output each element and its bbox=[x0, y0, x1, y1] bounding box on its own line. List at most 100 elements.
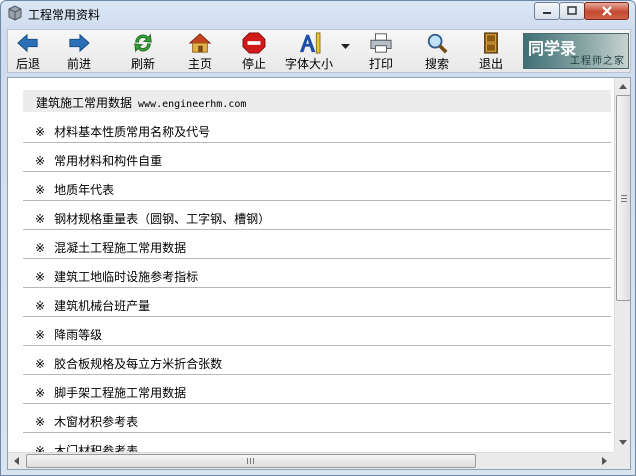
home-button[interactable]: 主页 bbox=[183, 32, 217, 72]
stop-label: 停止 bbox=[241, 57, 266, 71]
refresh-label: 刷新 bbox=[130, 57, 155, 71]
list-item-label: 建筑工地临时设施参考指标 bbox=[54, 270, 199, 284]
font-size-label: 字体大小 bbox=[284, 57, 333, 71]
exit-button[interactable]: 退出 bbox=[474, 32, 508, 72]
refresh-button[interactable]: 刷新 bbox=[126, 32, 160, 72]
list-item[interactable]: ※ 混凝土工程施工常用数据 bbox=[23, 230, 611, 259]
back-label: 后退 bbox=[15, 57, 40, 71]
minimize-button[interactable] bbox=[534, 2, 560, 20]
scroll-down-button[interactable] bbox=[615, 434, 630, 451]
title-bar[interactable]: 工程常用资料 bbox=[1, 1, 635, 27]
font-size-dropdown-icon[interactable] bbox=[341, 44, 350, 50]
list-item[interactable]: ※ 材料基本性质常用名称及代号 bbox=[23, 114, 611, 143]
back-arrow-icon bbox=[17, 33, 38, 53]
bullet-mark: ※ bbox=[35, 386, 46, 400]
refresh-icon bbox=[134, 33, 152, 53]
scrollbar-corner bbox=[614, 452, 630, 469]
bullet-mark: ※ bbox=[35, 183, 46, 197]
search-icon bbox=[427, 33, 448, 54]
forward-arrow-icon bbox=[69, 33, 90, 53]
list-item-label: 常用材料和构件自重 bbox=[54, 154, 163, 168]
list-item[interactable]: ※ 脚手架工程施工常用数据 bbox=[23, 375, 611, 404]
app-icon bbox=[8, 5, 22, 21]
list-item[interactable]: ※ 木窗材积参考表 bbox=[23, 404, 611, 433]
list-item-label: 混凝土工程施工常用数据 bbox=[54, 241, 187, 255]
list-item-label: 脚手架工程施工常用数据 bbox=[54, 386, 187, 400]
list-item-label: 材料基本性质常用名称及代号 bbox=[54, 125, 211, 139]
chevron-up-icon bbox=[619, 84, 627, 89]
maximize-button[interactable] bbox=[559, 2, 585, 20]
close-button[interactable] bbox=[584, 2, 629, 20]
list-item-label: 钢材规格重量表（圆钢、工字钢、槽钢） bbox=[54, 212, 271, 226]
grip-line bbox=[250, 458, 251, 464]
bullet-mark: ※ bbox=[35, 154, 46, 168]
search-label: 搜索 bbox=[424, 57, 449, 71]
toolbar: 后退 前进 刷新 主页 停止 字体大小 打印 搜索 退出 同学录 工程师之家 bbox=[7, 29, 631, 73]
stop-button[interactable]: 停止 bbox=[237, 32, 271, 72]
header-title: 建筑施工常用数据 bbox=[36, 96, 133, 110]
bullet-mark: ※ bbox=[35, 357, 46, 371]
bullet-mark: ※ bbox=[35, 328, 46, 342]
list-item[interactable]: ※ 降雨等级 bbox=[23, 317, 611, 346]
bullet-mark: ※ bbox=[35, 270, 46, 284]
font-size-icon bbox=[299, 32, 321, 54]
list-item-label: 建筑机械台班产量 bbox=[54, 299, 151, 313]
classmates-banner[interactable]: 同学录 工程师之家 bbox=[523, 33, 629, 69]
search-button[interactable]: 搜索 bbox=[420, 32, 454, 72]
back-button[interactable]: 后退 bbox=[11, 32, 45, 72]
scroll-left-button[interactable] bbox=[8, 453, 25, 469]
chevron-left-icon bbox=[14, 457, 19, 465]
banner-subtitle: 工程师之家 bbox=[570, 56, 625, 67]
grip-line bbox=[621, 198, 627, 199]
exit-door-icon bbox=[484, 32, 498, 54]
vertical-scrollbar[interactable] bbox=[614, 78, 630, 452]
print-label: 打印 bbox=[368, 57, 393, 71]
printer-icon bbox=[370, 33, 392, 53]
forward-button[interactable]: 前进 bbox=[62, 32, 96, 72]
chevron-down-icon bbox=[619, 440, 627, 445]
list-item[interactable]: ※ 木门材积参考表 bbox=[23, 433, 611, 452]
chevron-right-icon bbox=[602, 457, 607, 465]
grip-line bbox=[621, 201, 627, 202]
grip-line bbox=[253, 458, 254, 464]
list-item[interactable]: ※ 钢材规格重量表（圆钢、工字钢、槽钢） bbox=[23, 201, 611, 230]
list-item-label: 胶合板规格及每立方米折合张数 bbox=[54, 357, 223, 371]
bullet-mark: ※ bbox=[35, 125, 46, 139]
app-window: 工程常用资料 后退 前进 刷新 主页 停止 字体大小 打印 搜索 退出 同学录 … bbox=[0, 0, 636, 476]
close-icon bbox=[601, 6, 612, 16]
home-icon bbox=[188, 33, 212, 53]
bullet-mark: ※ bbox=[35, 444, 46, 452]
list-item[interactable]: ※ 建筑机械台班产量 bbox=[23, 288, 611, 317]
list-item-label: 地质年代表 bbox=[54, 183, 115, 197]
exit-label: 退出 bbox=[478, 57, 503, 71]
window-title: 工程常用资料 bbox=[28, 8, 101, 22]
vertical-scroll-thumb[interactable] bbox=[616, 95, 630, 301]
bullet-mark: ※ bbox=[35, 212, 46, 226]
list-item[interactable]: ※ 常用材料和构件自重 bbox=[23, 143, 611, 172]
horizontal-scrollbar[interactable] bbox=[8, 452, 614, 469]
list-item-label: 降雨等级 bbox=[54, 328, 103, 342]
list-item-label: 木窗材积参考表 bbox=[54, 415, 139, 429]
list-header: 建筑施工常用数据 www.engineerhm.com bbox=[23, 90, 611, 112]
header-url: www.engineerhm.com bbox=[138, 99, 247, 110]
grip-line bbox=[621, 195, 627, 196]
list-item[interactable]: ※ 地质年代表 bbox=[23, 172, 611, 201]
maximize-icon bbox=[567, 6, 577, 15]
list-item-label: 木门材积参考表 bbox=[54, 444, 139, 452]
print-button[interactable]: 打印 bbox=[364, 32, 398, 72]
horizontal-scroll-thumb[interactable] bbox=[26, 454, 476, 468]
grip-line bbox=[247, 458, 248, 464]
list-item[interactable]: ※ 胶合板规格及每立方米折合张数 bbox=[23, 346, 611, 375]
bullet-mark: ※ bbox=[35, 241, 46, 255]
bullet-mark: ※ bbox=[35, 415, 46, 429]
home-label: 主页 bbox=[187, 57, 212, 71]
scroll-up-button[interactable] bbox=[615, 78, 630, 95]
scroll-right-button[interactable] bbox=[596, 453, 613, 469]
banner-title: 同学录 bbox=[528, 39, 577, 58]
bullet-mark: ※ bbox=[35, 299, 46, 313]
forward-label: 前进 bbox=[66, 57, 91, 71]
minimize-icon bbox=[543, 12, 551, 14]
font-size-button[interactable]: 字体大小 bbox=[282, 32, 336, 72]
list-item[interactable]: ※ 建筑工地临时设施参考指标 bbox=[23, 259, 611, 288]
item-list: 建筑施工常用数据 www.engineerhm.com ※ 材料基本性质常用名称及代… bbox=[8, 78, 614, 452]
